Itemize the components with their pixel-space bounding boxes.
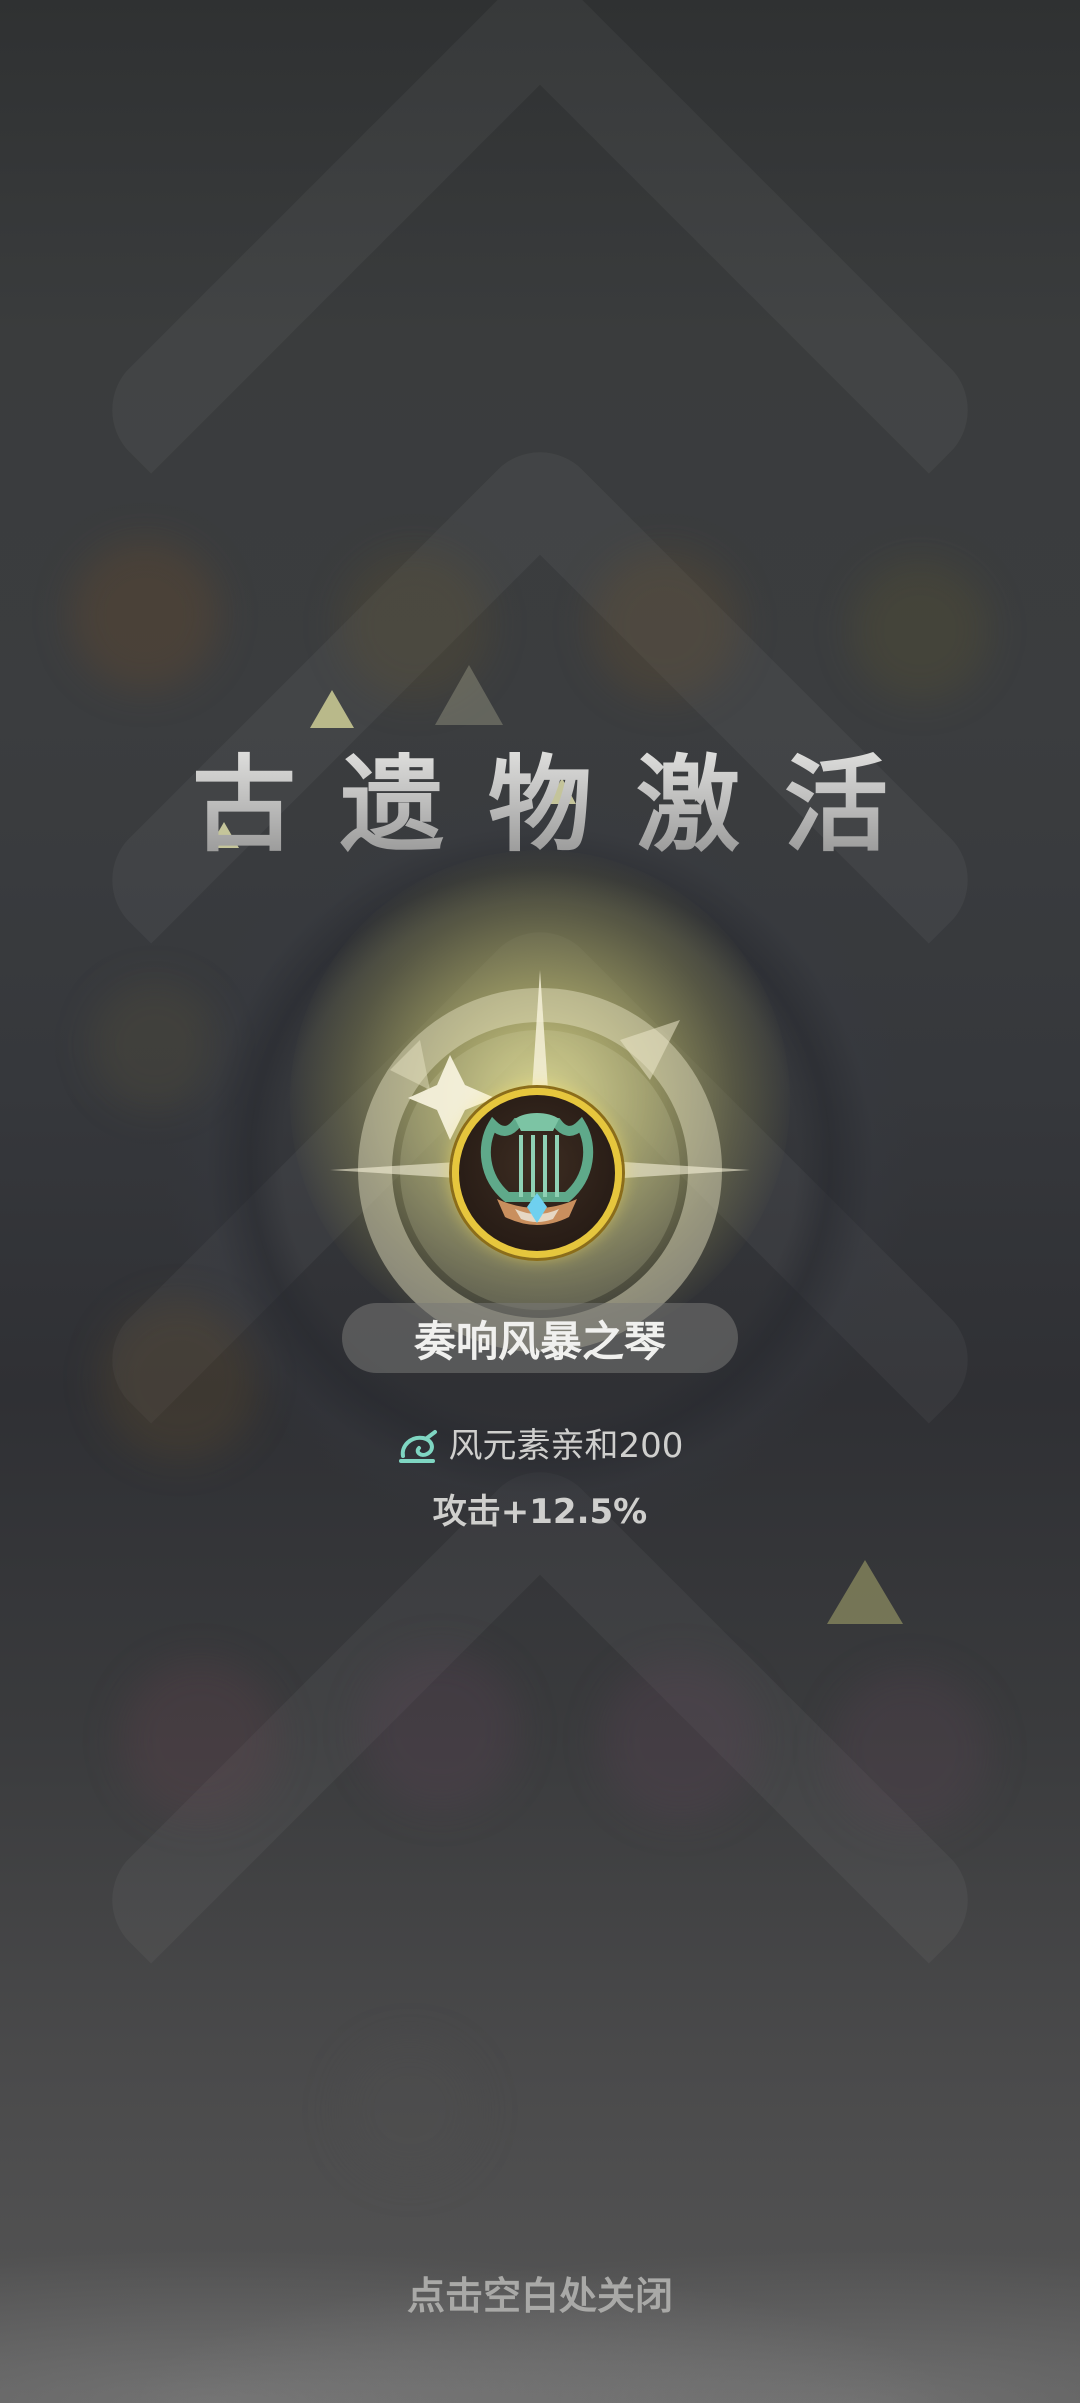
stat-text: 攻击+12.5% [432,1492,648,1532]
bg-blob [830,1670,990,1830]
stat-attack: 攻击+12.5% [0,1484,1080,1533]
relic-name: 奏响风暴之琴 [342,1303,738,1373]
bg-blob [70,540,220,690]
bg-blob [340,2040,480,2180]
page-title: 古遗物激活 [0,720,1080,871]
decor-triangle [435,665,503,725]
stat-text: 风元素亲和200 [448,1426,684,1466]
bg-blob [590,550,740,700]
bg-blob [120,1660,280,1820]
lyre-icon [480,1113,594,1225]
bg-blob [600,1660,760,1820]
wind-element-icon [398,1429,437,1463]
background[interactable]: 古遗物激活 奏响风暴之琴 风元素亲和200 攻击+12.5% 点击空白处关闭 [0,0,1080,2403]
bg-blob [850,560,990,700]
stat-wind-affinity: 风元素亲和200 [0,1418,1080,1468]
bg-blob [360,1650,520,1810]
relic-badge[interactable] [452,1088,622,1258]
close-hint[interactable]: 点击空白处关闭 [0,2265,1080,2320]
decor-triangle [827,1560,903,1624]
